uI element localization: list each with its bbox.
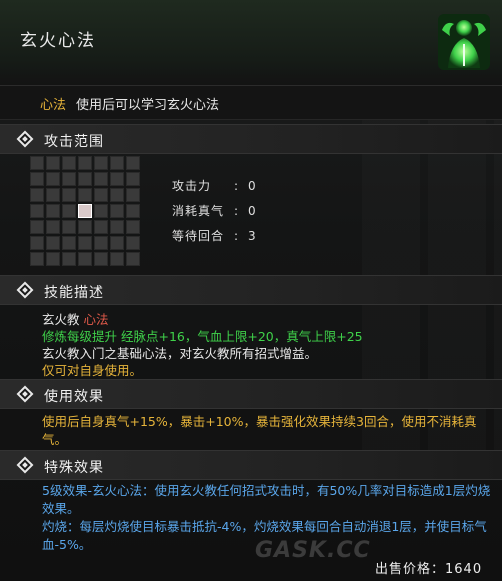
- stat-value: 3: [248, 229, 256, 243]
- range-cell: [30, 156, 44, 170]
- diamond-icon: [16, 385, 34, 403]
- range-cell: [30, 220, 44, 234]
- range-cell: [62, 188, 76, 202]
- sale-price-label: 出售价格：: [375, 562, 446, 577]
- section-attack-range: 攻击范围: [0, 124, 502, 154]
- range-cell: [62, 236, 76, 250]
- stat-value: 0: [248, 204, 256, 218]
- stat-label: 等待回合: [172, 229, 225, 243]
- range-cell: [46, 252, 60, 266]
- sale-price: 出售价格：1640: [375, 558, 482, 577]
- section-title: 使用效果: [44, 389, 104, 405]
- range-cell: [110, 220, 124, 234]
- section-title: 攻击范围: [44, 134, 104, 150]
- range-cell: [126, 188, 140, 202]
- range-cell: [30, 252, 44, 266]
- range-cell: [62, 252, 76, 266]
- range-cell: [30, 204, 44, 218]
- range-cell: [46, 172, 60, 186]
- range-cell: [94, 236, 108, 250]
- skill-description-body: 玄火教 心法 修炼每级提升 经脉点+16，气血上限+20，真气上限+25 玄火教…: [42, 311, 363, 379]
- range-cell: [126, 252, 140, 266]
- watermark: GASK.CC: [255, 538, 371, 563]
- range-cell: [46, 156, 60, 170]
- stat-wait-turns: 等待回合:3: [172, 227, 256, 244]
- range-cell: [94, 172, 108, 186]
- range-cell: [110, 172, 124, 186]
- range-cell: [78, 236, 92, 250]
- item-usage: 使用后可以学习玄火心法: [76, 98, 220, 113]
- range-cell: [110, 188, 124, 202]
- item-usage-row: 心法 使用后可以学习玄火心法: [0, 86, 502, 120]
- sect-line: 玄火教 心法: [42, 311, 363, 328]
- stat-qi-cost: 消耗真气:0: [172, 202, 256, 219]
- range-cell: [94, 204, 108, 218]
- section-title: 技能描述: [44, 285, 104, 301]
- range-cell: [30, 188, 44, 202]
- item-kind: 心法: [40, 98, 67, 113]
- range-cell: [126, 204, 140, 218]
- range-cell: [94, 188, 108, 202]
- range-cell: [126, 236, 140, 250]
- range-cell: [78, 172, 92, 186]
- range-cell: [94, 220, 108, 234]
- range-cell: [78, 220, 92, 234]
- section-title: 特殊效果: [44, 460, 104, 476]
- diamond-icon: [16, 456, 34, 474]
- range-cell: [30, 236, 44, 250]
- range-cell: [94, 156, 108, 170]
- range-cell: [46, 188, 60, 202]
- range-cell: [110, 204, 124, 218]
- range-cell: [110, 156, 124, 170]
- range-cell: [46, 220, 60, 234]
- section-skill-description: 技能描述: [0, 275, 502, 305]
- stat-colon: :: [234, 229, 239, 243]
- stat-colon: :: [234, 204, 239, 218]
- description-text: 玄火教入门之基础心法，对玄火教所有招式增益。: [42, 346, 318, 361]
- usage-restriction: 仅可对自身使用。: [42, 363, 143, 378]
- range-cell-active: [78, 204, 92, 218]
- range-cell: [126, 156, 140, 170]
- stat-attack: 攻击力:0: [172, 177, 256, 194]
- section-special-effect: 特殊效果: [0, 450, 502, 480]
- use-effect-text: 使用后自身真气+15%，暴击+10%，暴击强化效果持续3回合，使用不消耗真气。: [42, 414, 477, 447]
- special-effect-line: 5级效果-玄火心法：使用玄火教任何招式攻击时，有50%几率对目标造成1层灼烧效果…: [42, 483, 491, 516]
- stat-label: 消耗真气: [172, 204, 225, 218]
- range-cell: [78, 188, 92, 202]
- title-bar: 玄火心法: [0, 0, 502, 86]
- range-cell: [62, 204, 76, 218]
- cultivation-bonus: 修炼每级提升 经脉点+16，气血上限+20，真气上限+25: [42, 329, 363, 344]
- sect-kind: 心法: [83, 312, 109, 327]
- range-cell: [62, 156, 76, 170]
- item-title: 玄火心法: [20, 31, 96, 51]
- sale-price-value: 1640: [445, 562, 483, 577]
- stat-value: 0: [248, 179, 256, 193]
- range-cell: [62, 172, 76, 186]
- diamond-icon: [16, 281, 34, 299]
- range-cell: [126, 220, 140, 234]
- range-cell: [110, 252, 124, 266]
- range-cell: [78, 156, 92, 170]
- range-cell: [46, 236, 60, 250]
- diamond-icon: [16, 130, 34, 148]
- stat-colon: :: [234, 179, 239, 193]
- range-cell: [110, 236, 124, 250]
- range-cell: [94, 252, 108, 266]
- item-tooltip-panel: 玄火心法 心法 使用后可以学习玄火心法 攻击范围 攻击力: 0 消耗真气: …: [0, 0, 502, 581]
- stat-label: 攻击力: [172, 179, 212, 193]
- attack-range-grid: [30, 156, 144, 270]
- sect-name: 玄火教: [42, 312, 80, 327]
- range-cell: [62, 220, 76, 234]
- range-cell: [30, 172, 44, 186]
- range-cell: [46, 204, 60, 218]
- section-use-effect: 使用效果: [0, 379, 502, 409]
- range-cell: [126, 172, 140, 186]
- sect-emblem-icon: [434, 10, 494, 74]
- range-cell: [78, 252, 92, 266]
